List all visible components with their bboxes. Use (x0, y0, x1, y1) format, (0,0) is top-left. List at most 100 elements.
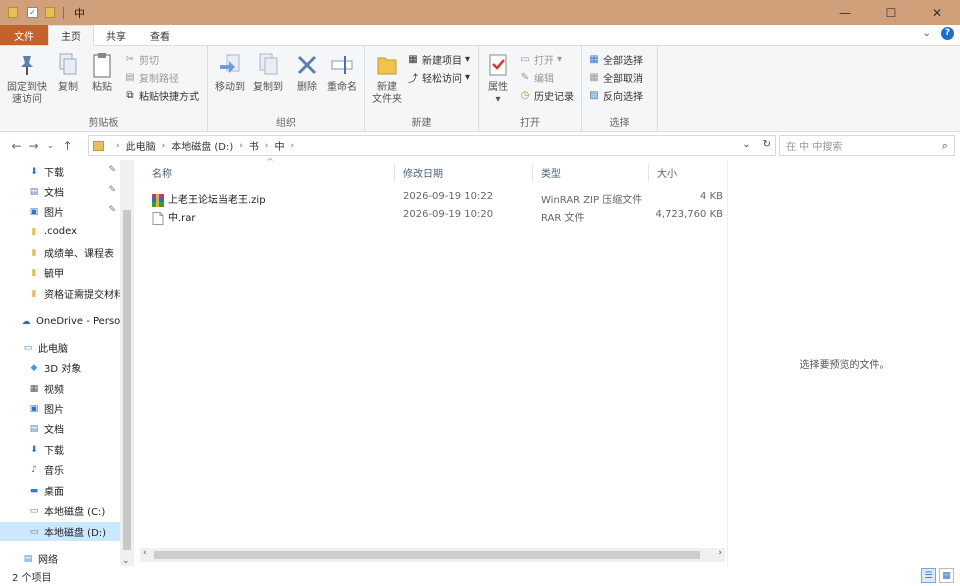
pin-quick-access-button[interactable]: 固定到快速访问 (4, 50, 50, 106)
pin-icon[interactable]: ✎ (108, 165, 116, 175)
move-to-button[interactable]: 移动到 (212, 50, 248, 94)
back-arrow-icon[interactable]: ← (8, 139, 25, 153)
copy-to-button[interactable]: 复制到 (250, 50, 286, 94)
pin-icon[interactable]: ✎ (108, 185, 116, 195)
dropdown-caret-icon: ▾ (465, 72, 471, 83)
table-row[interactable]: 中.rar 2026-09-19 10:20 RAR 文件 4,723,760 … (148, 207, 725, 225)
pin-icon[interactable]: ✎ (108, 205, 116, 215)
window-controls: — ☐ ✕ (822, 0, 960, 25)
column-header-type[interactable]: 类型 (541, 160, 561, 185)
chevron-right-icon[interactable]: › (239, 141, 243, 151)
paste-shortcut-button[interactable]: ⧉ 粘贴快捷方式 (124, 88, 199, 103)
column-header-modified[interactable]: 修改日期 (403, 160, 443, 185)
file-modified: 2026-09-19 10:22 (403, 191, 494, 202)
address-bar[interactable]: › 此电脑 › 本地磁盘 (D:) › 书 › 中 › ⌄ ↻ (88, 135, 776, 156)
copy-button[interactable]: 复制 (54, 50, 82, 94)
select-all-button[interactable]: ▦ 全部选择 (588, 52, 643, 67)
chevron-right-icon[interactable]: › (265, 141, 269, 151)
paste-shortcut-label: 粘贴快捷方式 (139, 92, 199, 103)
table-row[interactable]: 上老王论坛当老王.zip 2026-09-19 10:22 WinRAR ZIP… (148, 189, 725, 207)
nav-item-videos[interactable]: ▦ 视频 (0, 379, 120, 398)
rename-button[interactable]: 重命名 (324, 50, 360, 94)
delete-button[interactable]: 删除 (292, 50, 322, 94)
properties-button[interactable]: 属性 ▾ (483, 50, 513, 106)
scroll-down-arrow-icon[interactable]: ⌄ (122, 556, 130, 566)
nav-item-qualification[interactable]: ▮ 资格证需提交材料 (0, 284, 120, 303)
column-divider[interactable] (532, 164, 533, 182)
preview-pane: 选择要预览的文件。 (727, 160, 960, 568)
nav-item-onedrive[interactable]: ☁ OneDrive - Perso (0, 312, 121, 331)
collapse-ribbon-icon[interactable]: ⌄ (923, 28, 931, 39)
nav-item-downloads-pc[interactable]: ⬇ 下载 (0, 440, 120, 459)
nav-item-downloads[interactable]: ⬇ 下载 ✎ (0, 162, 120, 181)
breadcrumb-this-pc[interactable]: 此电脑 (126, 138, 156, 153)
chevron-right-icon[interactable]: › (162, 141, 166, 151)
nav-item-pictures[interactable]: ▣ 图片 ✎ (0, 202, 120, 221)
breadcrumb-book[interactable]: 书 (249, 138, 259, 153)
copy-to-icon (254, 50, 282, 80)
nav-scrollbar-thumb[interactable] (123, 210, 131, 550)
edit-button[interactable]: ✎ 编辑 (519, 70, 554, 85)
refresh-icon[interactable]: ↻ (763, 139, 771, 150)
up-arrow-icon[interactable]: ↑ (59, 139, 76, 153)
forward-arrow-icon[interactable]: → (25, 139, 42, 153)
nav-item-label: 成绩单、课程表 (44, 249, 114, 260)
tab-home[interactable]: 主页 (48, 25, 94, 46)
address-dropdown-icon[interactable]: ⌄ (742, 139, 750, 150)
open-button[interactable]: ▭ 打开 ▾ (519, 52, 562, 67)
column-divider[interactable] (648, 164, 649, 182)
breadcrumb-current[interactable]: 中 (275, 138, 285, 153)
history-icon: ◷ (520, 90, 530, 101)
breadcrumb-drive-d[interactable]: 本地磁盘 (D:) (171, 138, 233, 153)
easy-access-button[interactable]: ⤴ 轻松访问 ▾ (407, 70, 470, 85)
recent-locations-chevron-icon[interactable]: ⌄ (42, 141, 59, 151)
search-icon[interactable]: ⌕ (942, 139, 948, 153)
nav-item-this-pc[interactable]: ▭ 此电脑 (0, 338, 120, 357)
nav-item-folder[interactable]: ▮ 毓甲 (0, 263, 120, 282)
nav-item-music[interactable]: ♪ 音乐 (0, 460, 120, 479)
invert-selection-button[interactable]: ▨ 反向选择 (588, 88, 643, 103)
large-icons-view-icon[interactable]: ▦ (939, 568, 954, 583)
tab-share[interactable]: 共享 (94, 25, 138, 45)
nav-pane-scrollbar[interactable]: ⌄ (120, 160, 134, 568)
column-header-size[interactable]: 大小 (657, 160, 677, 185)
nav-item-3d-objects[interactable]: ◆ 3D 对象 (0, 358, 120, 377)
chevron-right-icon[interactable]: › (291, 141, 295, 151)
new-item-button[interactable]: ▦ 新建项目 ▾ (407, 52, 470, 67)
new-item-icon: ▦ (408, 54, 418, 65)
select-none-button[interactable]: ▦ 全部取消 (588, 70, 643, 85)
scissors-icon: ✂ (125, 54, 135, 65)
new-folder-button[interactable]: 新建 文件夹 (369, 50, 405, 106)
column-divider[interactable] (394, 164, 395, 182)
history-button[interactable]: ◷ 历史记录 (519, 88, 574, 103)
new-folder-quick-icon[interactable] (45, 7, 55, 18)
help-icon[interactable]: ? (941, 27, 954, 40)
file-list-horizontal-scrollbar[interactable]: ‹ › (140, 548, 725, 562)
nav-item-drive-d[interactable]: ▭ 本地磁盘 (D:) (0, 522, 120, 541)
nav-item-transcripts[interactable]: ▮ 成绩单、课程表 (0, 243, 120, 262)
scroll-left-arrow-icon[interactable]: ‹ (143, 548, 147, 558)
search-input[interactable]: 在 中 中搜索 ⌕ (779, 135, 955, 156)
column-header-name[interactable]: 名称 (152, 160, 172, 185)
properties-quick-icon[interactable]: ✓ (27, 7, 38, 18)
maximize-button[interactable]: ☐ (868, 0, 914, 25)
minimize-button[interactable]: — (822, 0, 868, 25)
nav-item-codex[interactable]: ▮ .codex (0, 222, 120, 241)
tab-file[interactable]: 文件 (0, 25, 48, 45)
close-button[interactable]: ✕ (914, 0, 960, 25)
tab-view[interactable]: 查看 (138, 25, 182, 45)
scroll-right-arrow-icon[interactable]: › (718, 548, 722, 558)
chevron-right-icon[interactable]: › (116, 141, 120, 151)
copy-path-button[interactable]: ▤ 复制路径 (124, 70, 179, 85)
paste-button[interactable]: 粘贴 (87, 50, 117, 94)
nav-item-documents-pc[interactable]: ▤ 文档 (0, 419, 120, 438)
nav-item-documents[interactable]: ▤ 文档 ✎ (0, 182, 120, 201)
cut-button[interactable]: ✂ 剪切 (124, 52, 159, 67)
nav-item-desktop[interactable]: ▬ 桌面 (0, 481, 120, 500)
nav-item-drive-c[interactable]: ▭ 本地磁盘 (C:) (0, 501, 120, 520)
nav-item-pictures-pc[interactable]: ▣ 图片 (0, 399, 120, 418)
horizontal-scrollbar-thumb[interactable] (154, 551, 700, 559)
easy-access-label: 轻松访问 (422, 74, 462, 85)
details-view-icon[interactable]: ☰ (921, 568, 936, 583)
select-all-label: 全部选择 (603, 56, 643, 67)
